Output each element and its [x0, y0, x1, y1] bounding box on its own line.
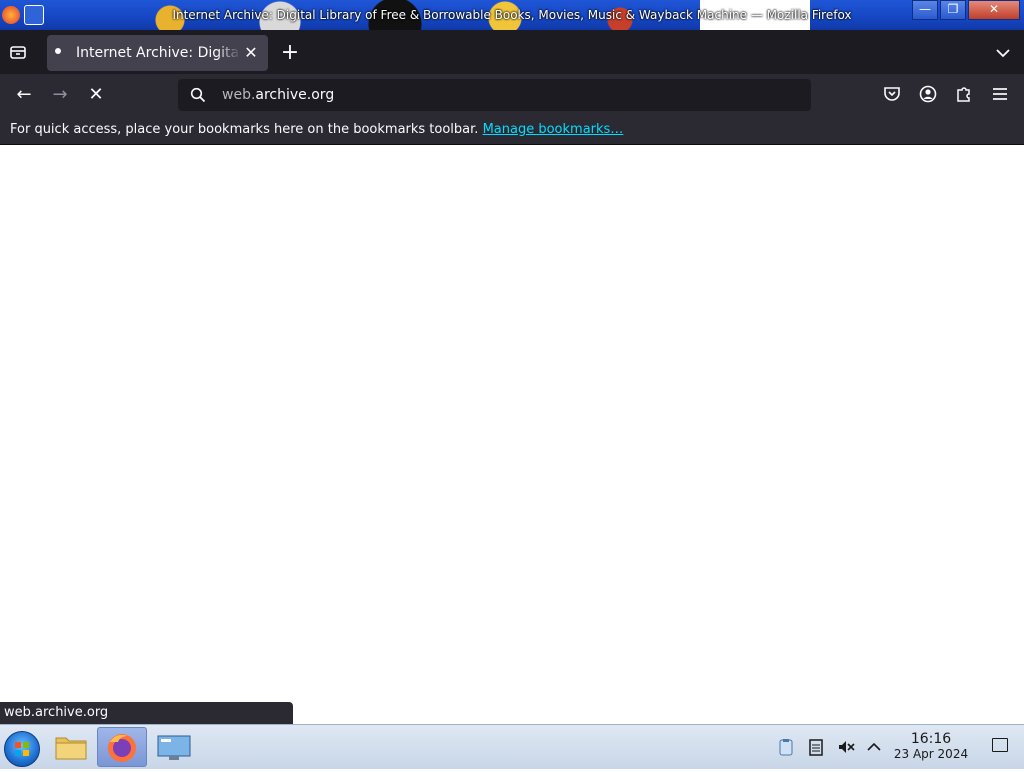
pocket-icon[interactable] [882, 84, 902, 104]
address-bar[interactable]: web.archive.org [178, 79, 811, 111]
status-panel: web.archive.org [0, 702, 293, 724]
clock-time[interactable]: 16:16 [898, 731, 964, 747]
notes-tray-icon[interactable] [806, 737, 826, 757]
manage-bookmarks-link[interactable]: Manage bookmarks… [483, 122, 624, 137]
clipboard-tray-icon[interactable] [776, 737, 796, 757]
bookmarks-toolbar-message: For quick access, place your bookmarks h… [10, 116, 623, 144]
bookmarks-hint-text: For quick access, place your bookmarks h… [10, 122, 479, 137]
forward-button[interactable]: → [48, 84, 72, 106]
clock-date[interactable]: 23 Apr 2024 [892, 747, 970, 761]
menu-icon[interactable] [990, 84, 1010, 104]
bookmarks-toolbar: For quick access, place your bookmarks h… [0, 116, 1024, 145]
taskbar-firefox[interactable] [97, 727, 147, 767]
monitor-icon [157, 735, 191, 760]
url-text[interactable]: web.archive.org [222, 79, 334, 111]
volume-muted-icon[interactable] [836, 737, 856, 757]
windows-logo-icon [15, 742, 29, 756]
firefox-view-icon [10, 46, 26, 59]
list-all-tabs-button[interactable] [992, 42, 1014, 64]
tab-title: Internet Archive: Digital Library of Fre… [76, 45, 241, 61]
new-tab-button[interactable]: + [278, 41, 302, 65]
taskbar [0, 724, 1024, 769]
page-content[interactable] [0, 145, 1024, 724]
account-icon[interactable] [918, 84, 938, 104]
back-button[interactable]: ← [12, 84, 36, 106]
window-titlebar: Internet Archive: Digital Library of Fre… [0, 0, 1024, 30]
start-button[interactable] [4, 731, 40, 767]
search-icon [190, 87, 206, 103]
window-title: Internet Archive: Digital Library of Fre… [172, 8, 852, 22]
minimize-button[interactable]: — [912, 0, 938, 20]
stop-button[interactable]: ✕ [84, 84, 108, 106]
tab-loading-icon [55, 48, 61, 54]
maximize-button[interactable]: ❐ [940, 0, 966, 20]
show-desktop-button[interactable] [992, 738, 1008, 752]
close-window-button[interactable]: ✕ [968, 0, 1020, 20]
chevron-up-icon[interactable] [864, 737, 884, 757]
firefox-view-button[interactable] [8, 42, 30, 64]
url-domain: archive.org [255, 87, 335, 103]
window-controls: — ❐ ✕ [912, 0, 1020, 20]
tab-close-button[interactable]: ✕ [242, 44, 260, 62]
tab-active[interactable]: Internet Archive: Digital Library of Fre… [47, 35, 268, 71]
extensions-icon[interactable] [954, 84, 974, 104]
chevron-down-icon [996, 49, 1010, 58]
folder-icon [55, 737, 87, 760]
taskbar-file-explorer[interactable] [48, 727, 94, 767]
firefox-icon [108, 734, 136, 762]
url-subdomain: web. [222, 87, 256, 103]
taskbar-remote-desktop[interactable] [151, 727, 197, 767]
